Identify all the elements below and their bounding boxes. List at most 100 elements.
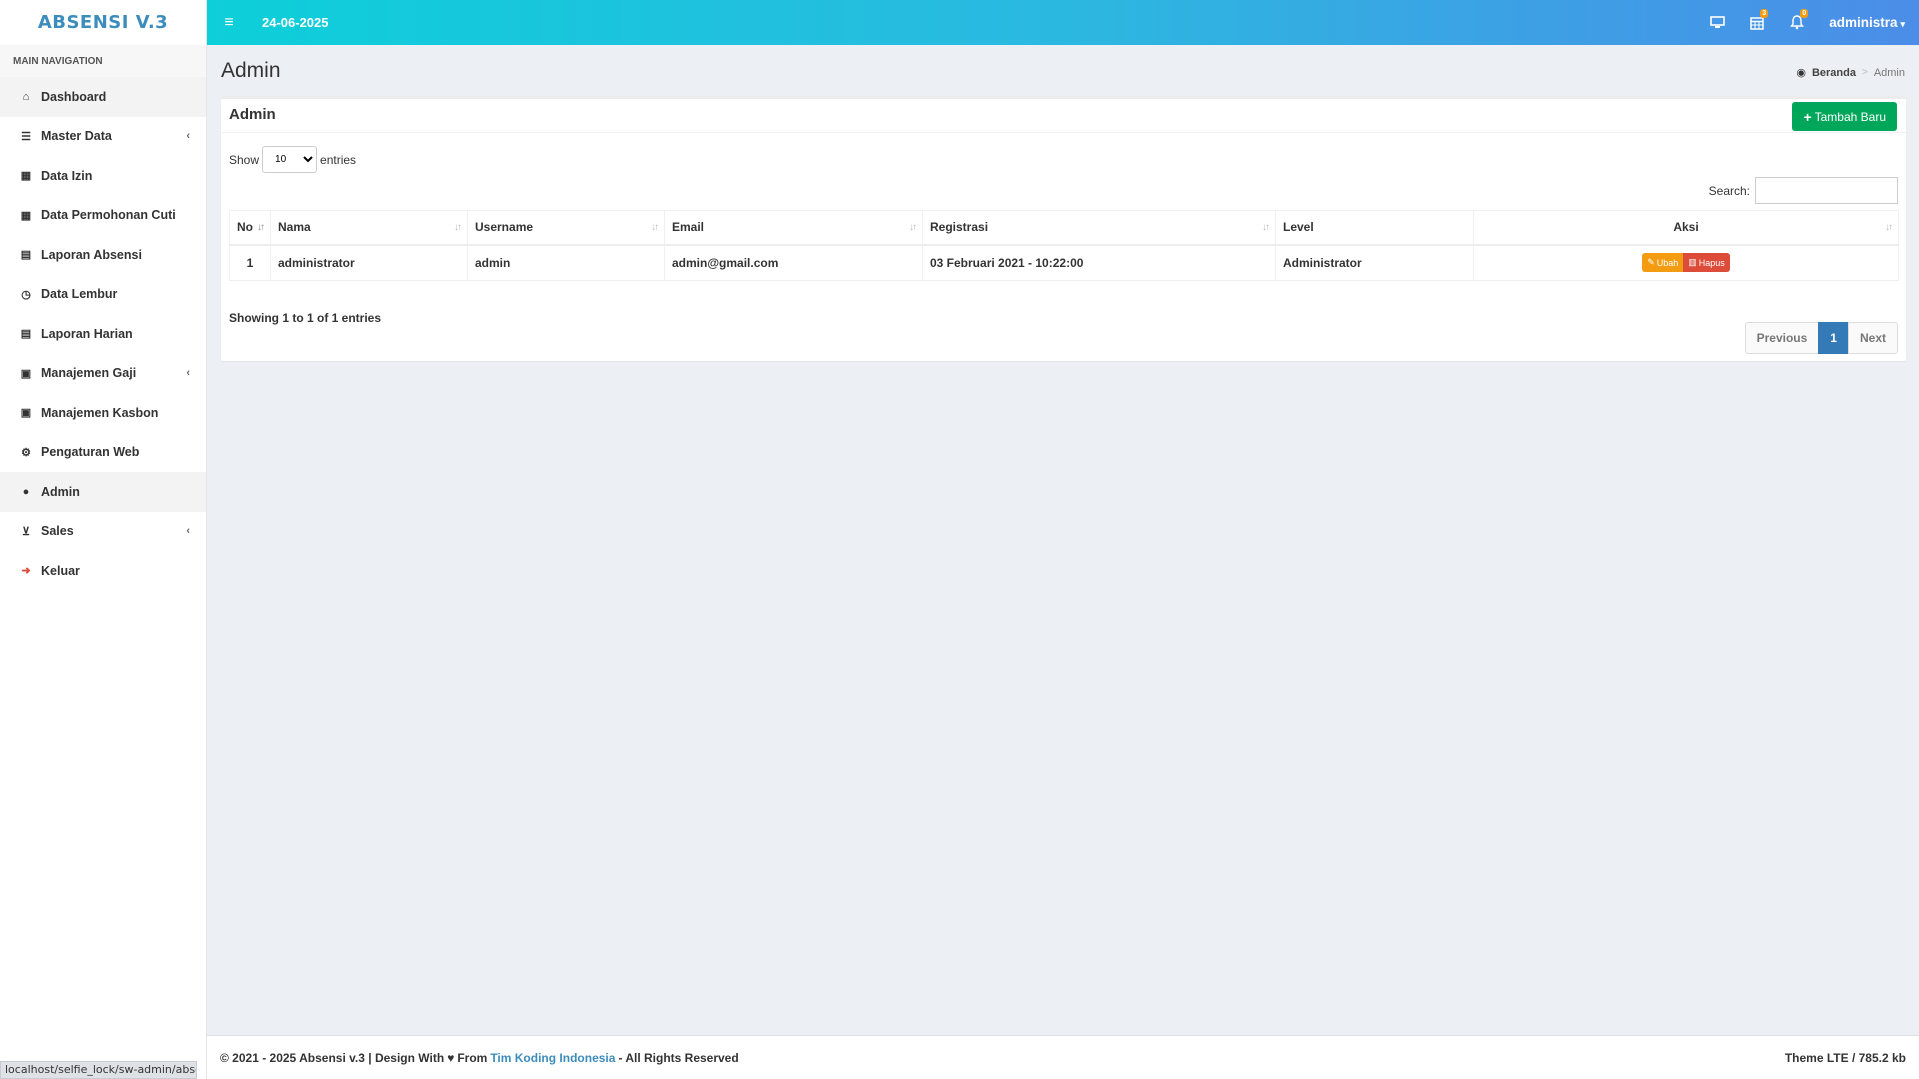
sidebar-item-sales[interactable]: ⊻ Sales ‹ (0, 512, 206, 552)
pagination-next[interactable]: Next (1847, 322, 1898, 354)
edit-icon: ✎ (1647, 257, 1655, 268)
pagination-page[interactable]: 1 (1818, 322, 1849, 354)
sidebar-item-data-permohonan-cuti[interactable]: ▦ Data Permohonan Cuti (0, 196, 206, 236)
home-icon: ⌂ (22, 90, 30, 103)
cell-username: admin (467, 244, 665, 281)
topbar: ≡ 24-06-2025 3 0 administra ▾ (207, 0, 1919, 45)
gears-icon: ⚙ (21, 446, 31, 459)
column-header-username[interactable]: Username ↓↑ (467, 210, 665, 246)
cell-aksi: ✎ Ubah ▥ Hapus (1473, 244, 1899, 281)
sort-icon: ↓↑ (909, 222, 917, 233)
edit-button[interactable]: ✎ Ubah (1642, 253, 1684, 273)
column-header-aksi[interactable]: Aksi ↓↑ (1473, 210, 1899, 246)
sidebar-item-laporan-harian[interactable]: ▤ Laporan Harian (0, 314, 206, 354)
admin-box: Admin + Tambah Baru Show 10 entries Sear… (221, 96, 1906, 361)
sidebar-item-label: Data Permohonan Cuti (41, 208, 176, 223)
plus-icon: + (1803, 108, 1812, 125)
calendar-notification-icon[interactable]: 3 (1737, 0, 1777, 45)
table-row: 1 administrator admin admin@gmail.com 03… (229, 244, 1899, 281)
column-header-no[interactable]: No ↓↑ (229, 210, 271, 246)
entries-label: entries (320, 152, 357, 167)
money-icon: ▣ (20, 407, 32, 420)
user-menu[interactable]: administra ▾ (1817, 15, 1919, 30)
cell-registrasi: 03 Februari 2021 - 10:22:00 (922, 244, 1276, 281)
money-icon: ▣ (20, 367, 32, 380)
sidebar-item-keluar[interactable]: ➜ Keluar (0, 551, 206, 591)
sidebar-nav: ⌂ Dashboard ☰ Master Data ‹ ▦ Data Izin … (0, 77, 206, 591)
menu-toggle-icon[interactable]: ≡ (211, 14, 247, 32)
search-label: Search: (1708, 183, 1750, 198)
database-icon: ☰ (21, 130, 31, 143)
show-label: Show (229, 152, 260, 167)
cart-icon: ⊻ (21, 525, 31, 538)
search-input[interactable] (1755, 177, 1898, 204)
sort-icon: ↓↑ (651, 222, 659, 233)
sidebar-item-manajemen-kasbon[interactable]: ▣ Manajemen Kasbon (0, 393, 206, 433)
column-header-nama[interactable]: Nama ↓↑ (270, 210, 468, 246)
sidebar-item-laporan-absensi[interactable]: ▤ Laporan Absensi (0, 235, 206, 275)
column-header-label: Nama (278, 220, 311, 235)
column-header-level[interactable]: Level (1275, 210, 1474, 246)
footer: © 2021 - 2025 Absensi v.3 | Design With … (207, 1035, 1919, 1079)
list-alt-icon: ▤ (20, 249, 32, 262)
page-length-control: Show 10 entries (229, 146, 356, 173)
cell-level: Administrator (1275, 244, 1474, 281)
sidebar-item-data-izin[interactable]: ▦ Data Izin (0, 156, 206, 196)
sidebar-item-label: Sales (41, 524, 74, 539)
sign-out-icon: ➜ (21, 565, 31, 578)
breadcrumb-home[interactable]: Beranda (1812, 67, 1856, 79)
sidebar-item-label: Laporan Harian (41, 326, 133, 341)
breadcrumb-separator: > (1861, 67, 1868, 78)
delete-button[interactable]: ▥ Hapus (1683, 253, 1730, 273)
calendar-icon: ▦ (20, 209, 32, 222)
sidebar-item-label: Admin (41, 484, 80, 499)
footer-rights: - All Rights Reserved (618, 1050, 739, 1065)
pagination: Previous 1 Next (1744, 322, 1898, 354)
sidebar-item-data-lembur[interactable]: ◷ Data Lembur (0, 275, 206, 315)
column-header-label: Username (475, 220, 534, 235)
sidebar: ABSENSI V.3 MAIN NAVIGATION ⌂ Dashboard … (0, 0, 207, 1079)
delete-label: Hapus (1698, 257, 1725, 268)
sidebar-item-master-data[interactable]: ☰ Master Data ‹ (0, 117, 206, 157)
breadcrumb-current: Admin (1873, 66, 1905, 79)
sidebar-item-admin[interactable]: ● Admin (0, 472, 206, 512)
column-header-label: Registrasi (930, 220, 989, 235)
page-title: Admin (221, 59, 281, 82)
bell-icon[interactable]: 0 (1777, 0, 1817, 45)
nav-header: MAIN NAVIGATION (0, 45, 206, 77)
cell-nama: administrator (270, 244, 468, 281)
app-logo[interactable]: ABSENSI V.3 (0, 0, 206, 45)
box-header: Admin + Tambah Baru (221, 99, 1906, 133)
add-new-button[interactable]: + Tambah Baru (1792, 102, 1897, 131)
sort-icon: ↓↑ (1885, 222, 1893, 233)
sidebar-item-manajemen-gaji[interactable]: ▣ Manajemen Gaji ‹ (0, 354, 206, 394)
chevron-left-icon: ‹ (186, 130, 190, 143)
page-length-select[interactable]: 10 (262, 146, 318, 173)
box-title: Admin (229, 106, 276, 123)
add-new-label: Tambah Baru (1814, 109, 1886, 124)
desktop-icon[interactable] (1697, 0, 1737, 45)
sidebar-item-label: Manajemen Kasbon (41, 405, 159, 420)
pagination-previous[interactable]: Previous (1744, 322, 1820, 354)
column-header-registrasi[interactable]: Registrasi ↓↑ (922, 210, 1276, 246)
dashboard-icon: ◉ (1796, 67, 1806, 79)
footer-copyright: © 2021 - 2025 Absensi v.3 | Design With (220, 1050, 445, 1065)
admin-table: No ↓↑ Nama ↓↑ Username ↓↑ Email ↓↑ Regis… (229, 210, 1899, 281)
sidebar-item-dashboard[interactable]: ⌂ Dashboard (0, 77, 206, 117)
content: Admin ◉ Beranda > Admin Admin + Tambah B… (207, 45, 1919, 1035)
sidebar-item-label: Pengaturan Web (41, 445, 140, 460)
sidebar-item-pengaturan-web[interactable]: ⚙ Pengaturan Web (0, 433, 206, 473)
search-control: Search: (1709, 177, 1898, 204)
sidebar-item-label: Master Data (41, 129, 112, 144)
clock-icon: ◷ (21, 288, 31, 301)
column-header-email[interactable]: Email ↓↑ (664, 210, 923, 246)
footer-link[interactable]: Tim Koding Indonesia (490, 1051, 615, 1065)
calendar-badge: 3 (1760, 9, 1769, 18)
sort-asc-icon: ↓↑ (257, 222, 265, 233)
table-info: Showing 1 to 1 of 1 entries (229, 311, 382, 325)
table-header-row: No ↓↑ Nama ↓↑ Username ↓↑ Email ↓↑ Regis… (229, 210, 1899, 246)
heart-icon: ♥ (447, 1050, 455, 1065)
column-header-label: No (237, 220, 253, 235)
topbar-right: 3 0 administra ▾ (1697, 0, 1919, 45)
edit-label: Ubah (1656, 257, 1679, 268)
